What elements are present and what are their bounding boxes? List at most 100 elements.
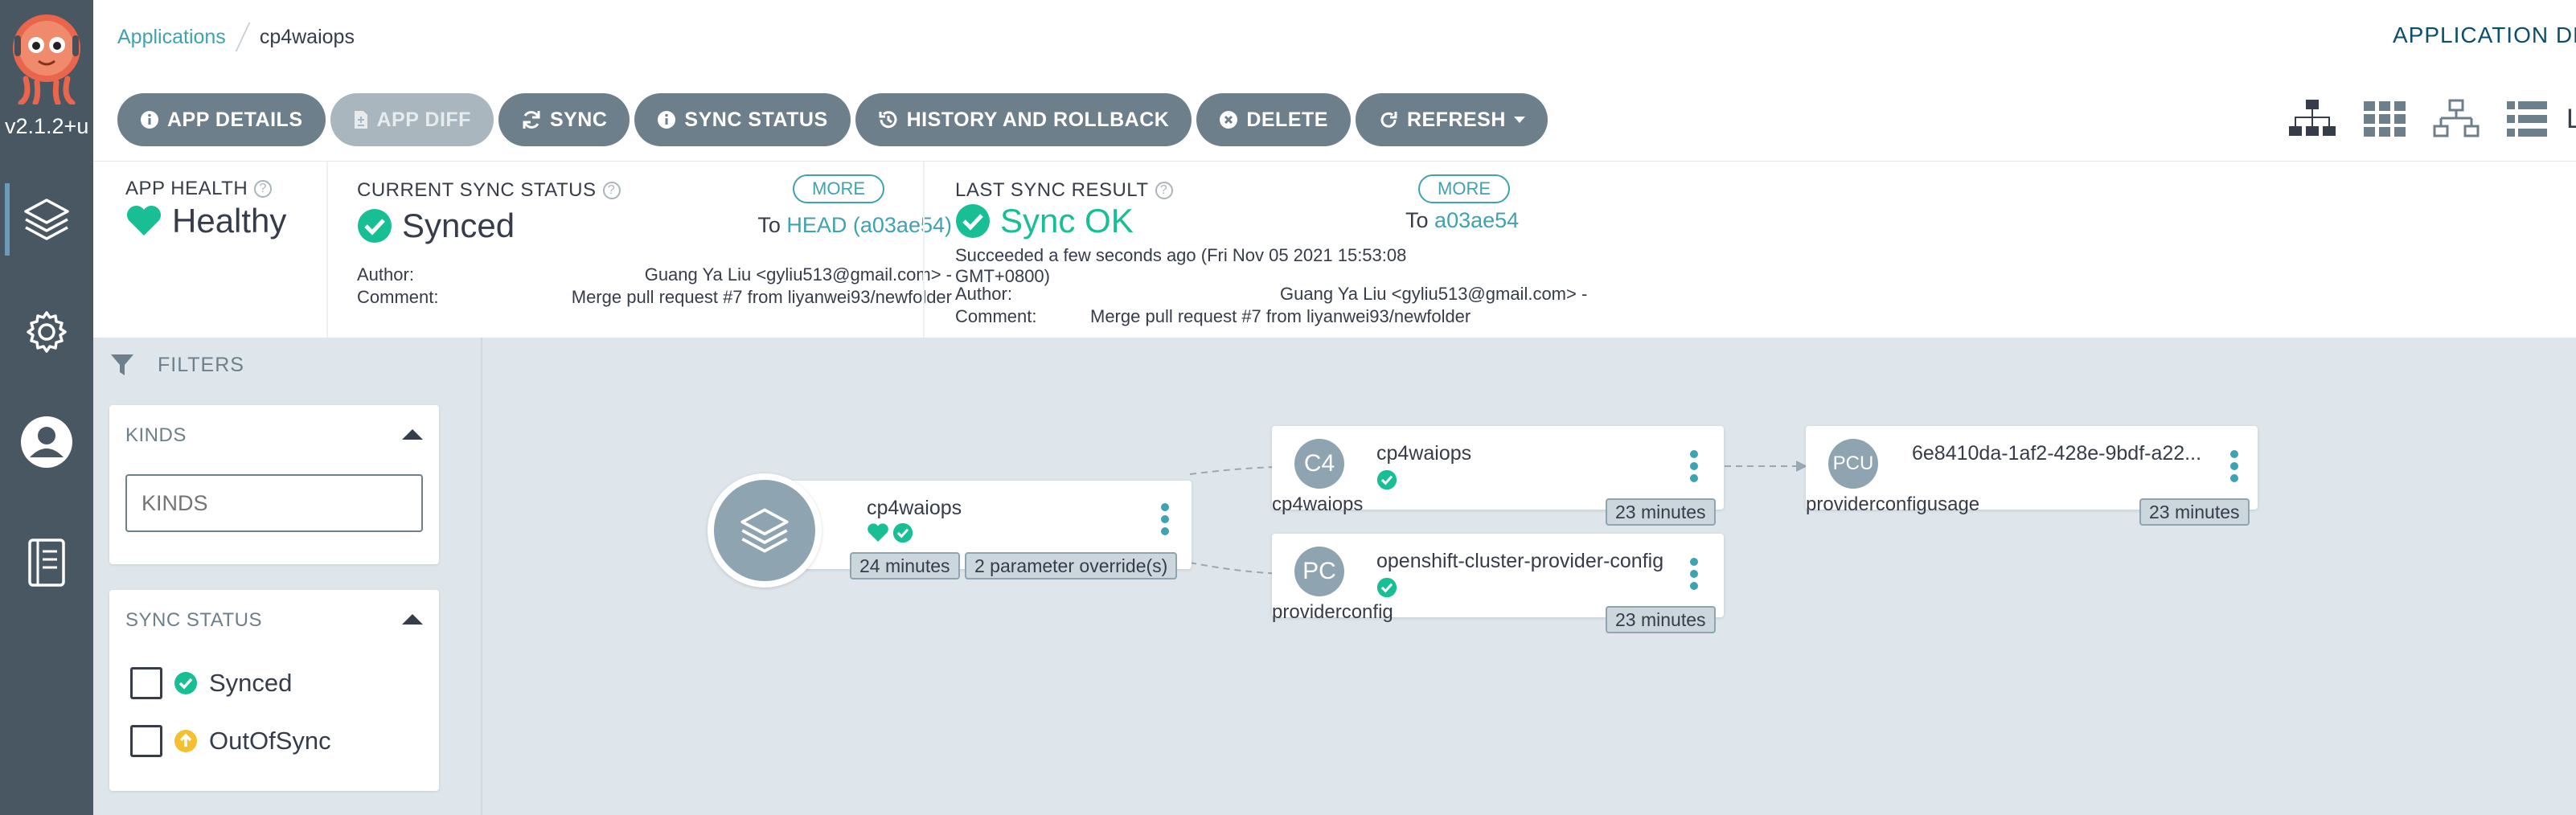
nav-applications[interactable] <box>0 175 93 264</box>
to-prefix: To <box>757 213 781 237</box>
check-circle-icon <box>892 522 913 543</box>
filter-outofsync-row[interactable]: OutOfSync <box>130 725 331 757</box>
list-view-icon[interactable] <box>2507 101 2547 137</box>
resource-age-tag: 23 minutes <box>1606 498 1716 526</box>
heart-icon <box>868 523 888 542</box>
current-sync-section: CURRENT SYNC STATUS ? MORE Synced To HEA… <box>357 162 984 338</box>
history-rollback-button[interactable]: HISTORY AND ROLLBACK <box>855 93 1192 146</box>
sync-status-title: SYNC STATUS <box>125 609 262 631</box>
check-circle-icon <box>174 672 197 694</box>
chevron-down-icon <box>1513 117 1525 123</box>
synced-label: Synced <box>209 669 293 697</box>
breadcrumb-separator <box>235 23 251 51</box>
outofsync-checkbox[interactable] <box>130 725 162 757</box>
layers-icon <box>24 199 69 240</box>
help-icon[interactable]: ? <box>254 180 273 198</box>
last-author-label: Author: <box>955 284 1012 304</box>
kinds-title: KINDS <box>125 424 187 446</box>
info-icon <box>141 111 158 129</box>
kinds-input[interactable] <box>125 474 423 532</box>
check-circle-icon <box>956 204 990 238</box>
app-age-tag: 24 minutes <box>850 552 960 580</box>
version-label: v2.1.2+u <box>5 114 89 138</box>
node-menu-icon[interactable] <box>2230 450 2238 482</box>
resource-tree: cp4waiops 24 minutes 2 parameter overrid… <box>482 338 2576 815</box>
current-sync-value: Synced <box>402 207 515 244</box>
left-nav: v2.1.2+u <box>0 0 93 815</box>
resource-age-tag: 23 minutes <box>2139 498 2250 526</box>
app-details-label: APP DETAILS <box>167 108 303 131</box>
sync-status-filter-card: SYNC STATUS Synced OutOfSync <box>109 590 439 791</box>
synced-checkbox[interactable] <box>130 667 162 699</box>
collapse-caret-icon[interactable] <box>402 614 423 625</box>
sync-status-button[interactable]: SYNC STATUS <box>634 93 851 146</box>
filters-header[interactable]: FILTERS <box>109 352 244 378</box>
last-revision-link[interactable]: a03ae54 <box>1434 208 1519 232</box>
last-sync-section: LAST SYNC RESULT ? MORE Sync OK To a03ae… <box>955 162 1587 338</box>
gear-icon <box>27 311 67 353</box>
collapse-caret-icon[interactable] <box>402 429 423 440</box>
app-node-menu-icon[interactable] <box>1161 503 1169 535</box>
refresh-button[interactable]: REFRESH <box>1355 93 1548 146</box>
node-menu-icon[interactable] <box>1690 558 1698 590</box>
info-icon <box>658 111 676 129</box>
last-sync-label: LAST SYNC RESULT <box>955 179 1149 201</box>
pods-view-icon[interactable] <box>2364 101 2406 137</box>
sync-status-label: SYNC STATUS <box>684 108 828 131</box>
toolbar: APP DETAILS APP DIFF SYNC SYNC STATUS HI… <box>117 93 1548 146</box>
network-view-icon[interactable] <box>2433 99 2480 139</box>
help-icon[interactable]: ? <box>602 182 621 199</box>
resource-kind: providerconfig <box>1272 601 1393 623</box>
last-sync-value: Sync OK <box>1000 202 1134 240</box>
current-revision-link[interactable]: HEAD (a03ae54) <box>786 213 952 237</box>
last-comment-label: Comment: <box>955 306 1037 326</box>
last-sync-target: To a03ae54 <box>1405 208 1519 233</box>
kind-badge: PCU <box>1828 439 1878 489</box>
parameter-overrides-tag: 2 parameter override(s) <box>965 552 1178 580</box>
history-icon <box>879 111 897 129</box>
app-diff-label: APP DIFF <box>376 108 471 131</box>
view-switcher: Lo <box>2288 98 2576 140</box>
current-comment-label: Comment: <box>357 287 439 307</box>
logs-link[interactable]: Lo <box>2566 104 2576 135</box>
current-sync-label: CURRENT SYNC STATUS <box>357 179 597 201</box>
app-node-circle[interactable] <box>708 473 822 588</box>
sync-icon <box>523 111 540 129</box>
nav-docs[interactable] <box>0 518 93 607</box>
last-sync-succeeded: Succeeded a few seconds ago (Fri Nov 05 … <box>955 245 1407 265</box>
breadcrumb: Applications cp4waiops <box>117 23 355 51</box>
sync-button[interactable]: SYNC <box>498 93 630 146</box>
resource-age-tag: 23 minutes <box>1606 606 1716 633</box>
resource-node-providerconfig[interactable]: PC openshift-cluster-provider-config pro… <box>1272 534 1724 623</box>
resource-kind: providerconfigusage <box>1806 494 1980 515</box>
nav-user-info[interactable] <box>0 398 93 486</box>
breadcrumb-applications[interactable]: Applications <box>117 26 226 49</box>
last-sync-more-button[interactable]: MORE <box>1418 174 1510 203</box>
delete-button[interactable]: DELETE <box>1196 93 1351 146</box>
help-icon[interactable]: ? <box>1155 182 1173 199</box>
user-icon <box>21 416 72 468</box>
app-details-button[interactable]: APP DETAILS <box>117 93 326 146</box>
node-menu-icon[interactable] <box>1690 450 1698 482</box>
kind-badge: C4 <box>1294 439 1344 489</box>
filter-icon <box>111 354 133 375</box>
resource-name: cp4waiops <box>1376 442 1472 465</box>
check-circle-icon <box>1376 469 1397 490</box>
delete-label: DELETE <box>1246 108 1328 131</box>
filters-sidebar: FILTERS KINDS SYNC STATUS Synced OutOfSy… <box>93 338 482 815</box>
resource-node-providerconfigusage[interactable]: PCU 6e8410da-1af2-428e-9bdf-a22... provi… <box>1806 426 2258 515</box>
app-health-label: APP HEALTH <box>125 178 248 199</box>
current-sync-more-button[interactable]: MORE <box>793 174 884 203</box>
resource-name: 6e8410da-1af2-428e-9bdf-a22... <box>1912 442 2202 465</box>
app-diff-button[interactable]: APP DIFF <box>330 93 494 146</box>
last-comment-value: Merge pull request #7 from liyanwei93/ne… <box>1090 306 1471 326</box>
nav-settings[interactable] <box>0 288 93 376</box>
history-rollback-label: HISTORY AND ROLLBACK <box>906 108 1170 131</box>
filter-synced-row[interactable]: Synced <box>130 667 292 699</box>
check-circle-icon <box>358 209 392 243</box>
resource-node-cp4waiops[interactable]: C4 cp4waiops cp4waiops <box>1272 426 1724 515</box>
tree-view-icon[interactable] <box>2288 98 2336 140</box>
app-health-value: Healthy <box>172 202 287 240</box>
argo-logo[interactable] <box>10 11 84 106</box>
kind-badge: PC <box>1294 547 1344 596</box>
